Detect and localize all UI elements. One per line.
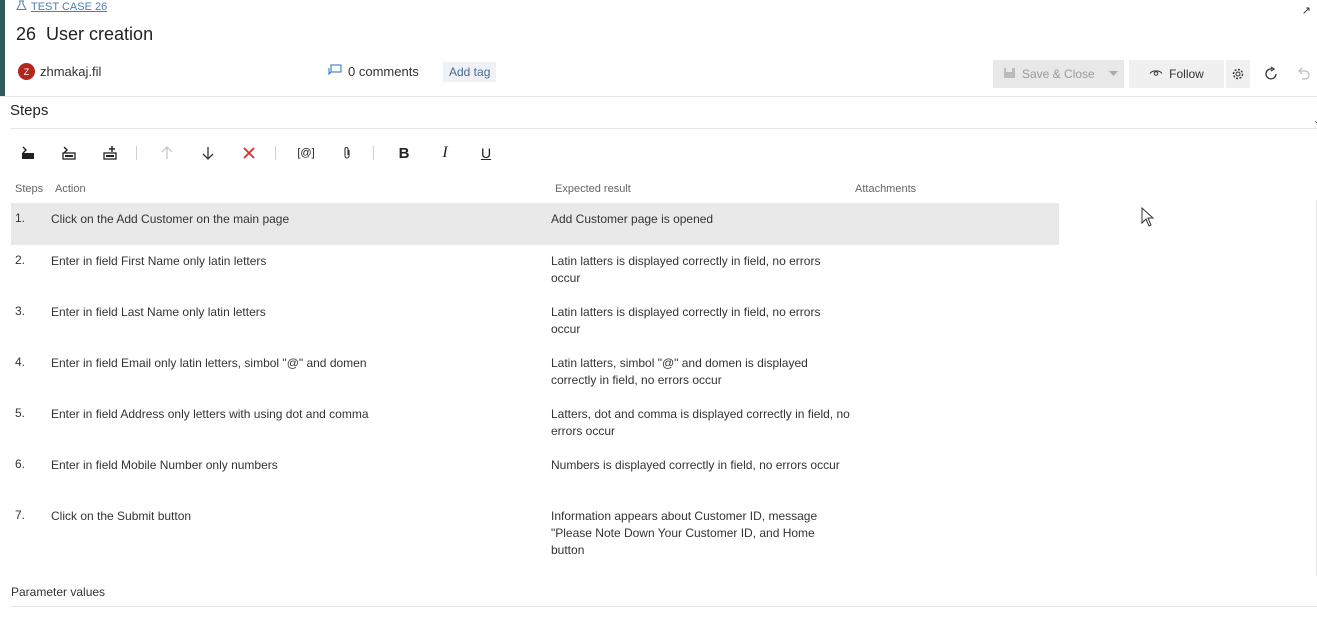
attachment-icon[interactable] — [337, 143, 357, 163]
steps-toolbar: [@] B I U — [18, 143, 517, 163]
step-number: 5. — [15, 406, 26, 420]
column-header-steps: Steps — [15, 183, 44, 195]
flask-icon — [16, 0, 27, 14]
work-item-id: 26 — [16, 24, 37, 44]
underline-icon[interactable]: U — [476, 143, 496, 163]
insert-step-icon[interactable] — [18, 143, 38, 163]
table-row[interactable]: 1. Click on the Add Customer on the main… — [11, 203, 1059, 245]
add-tag-button[interactable]: Add tag — [443, 62, 497, 82]
undo-icon[interactable] — [1292, 63, 1314, 85]
bold-icon[interactable]: B — [394, 143, 414, 163]
comments-link[interactable]: 0 comments — [328, 64, 419, 79]
toolbar-separator — [136, 146, 137, 160]
follow-label: Follow — [1169, 67, 1204, 81]
step-number: 7. — [15, 508, 26, 522]
eye-icon — [1149, 67, 1163, 81]
step-number: 3. — [15, 304, 26, 318]
step-action[interactable]: Enter in field Mobile Number only number… — [51, 457, 531, 474]
assigned-user[interactable]: Z zhmakaj.fil — [18, 63, 101, 80]
step-action[interactable]: Enter in field Email only latin letters,… — [51, 355, 531, 372]
column-header-attachments: Attachments — [855, 183, 917, 195]
column-header-action: Action — [55, 183, 86, 195]
table-row[interactable]: 7. Click on the Submit button Informatio… — [11, 500, 1059, 557]
step-expected[interactable]: Latin latters, simbol "@" and domen is d… — [551, 355, 851, 389]
expand-icon[interactable]: ↗ — [1302, 4, 1311, 17]
save-icon — [1003, 67, 1016, 82]
step-expected[interactable]: Latin latters is displayed correctly in … — [551, 304, 851, 338]
follow-button[interactable]: Follow — [1129, 60, 1224, 88]
toolbar-separator — [373, 146, 374, 160]
refresh-icon[interactable] — [1260, 63, 1282, 85]
table-row[interactable]: 6. Enter in field Mobile Number only num… — [11, 449, 1059, 500]
create-shared-step-icon[interactable] — [100, 143, 120, 163]
page-title: 26 User creation — [16, 24, 153, 45]
move-up-icon[interactable] — [157, 143, 177, 163]
step-number: 4. — [15, 355, 26, 369]
step-expected[interactable]: Add Customer page is opened — [551, 211, 851, 228]
save-close-main[interactable]: Save & Close — [993, 67, 1103, 82]
collapse-icon[interactable]: ⌄ — [1313, 115, 1317, 126]
table-row[interactable]: 4. Enter in field Email only latin lette… — [11, 347, 1059, 398]
step-expected[interactable]: Information appears about Customer ID, m… — [551, 508, 851, 559]
table-row[interactable]: 2. Enter in field First Name only latin … — [11, 245, 1059, 296]
column-header-expected: Expected result — [555, 183, 631, 195]
parameter-icon[interactable]: [@] — [296, 143, 316, 163]
steps-section-title: Steps — [10, 102, 49, 119]
divider — [10, 606, 1317, 607]
comments-count: 0 comments — [348, 64, 419, 79]
save-close-label: Save & Close — [1022, 67, 1095, 81]
work-item-title[interactable]: User creation — [46, 24, 153, 45]
chevron-down-icon[interactable] — [1103, 71, 1124, 77]
step-number: 6. — [15, 457, 26, 471]
step-number: 1. — [15, 211, 26, 225]
gear-icon[interactable] — [1226, 60, 1250, 88]
work-item-header: TEST CASE 26 ↗ 26 User creation Z zhmaka… — [0, 0, 1317, 97]
step-action[interactable]: Enter in field First Name only latin let… — [51, 253, 531, 270]
comment-icon — [328, 64, 342, 79]
save-close-button[interactable]: Save & Close — [993, 60, 1124, 88]
step-expected[interactable]: Latin latters is displayed correctly in … — [551, 253, 851, 287]
move-down-icon[interactable] — [198, 143, 218, 163]
toolbar-separator — [275, 146, 276, 160]
step-action[interactable]: Click on the Submit button — [51, 508, 531, 525]
work-item-type[interactable]: TEST CASE 26 — [16, 0, 107, 14]
table-row[interactable]: 3. Enter in field Last Name only latin l… — [11, 296, 1059, 347]
delete-icon[interactable] — [239, 143, 259, 163]
step-number: 2. — [15, 253, 26, 267]
insert-shared-step-icon[interactable] — [59, 143, 79, 163]
step-expected[interactable]: Latters, dot and comma is displayed corr… — [551, 406, 851, 440]
table-row[interactable]: 5. Enter in field Address only letters w… — [11, 398, 1059, 449]
step-action[interactable]: Click on the Add Customer on the main pa… — [51, 211, 531, 228]
divider — [10, 128, 1317, 129]
avatar: Z — [18, 63, 35, 80]
step-action[interactable]: Enter in field Address only letters with… — [51, 406, 531, 423]
user-name: zhmakaj.fil — [40, 64, 102, 79]
parameters-section-title[interactable]: Parameter values — [11, 585, 105, 599]
step-expected[interactable]: Numbers is displayed correctly in field,… — [551, 457, 851, 474]
step-action[interactable]: Enter in field Last Name only latin lett… — [51, 304, 531, 321]
cursor-icon — [1141, 206, 1155, 232]
italic-icon[interactable]: I — [435, 143, 455, 163]
steps-table: 1. Click on the Add Customer on the main… — [11, 203, 1059, 557]
work-item-type-link[interactable]: TEST CASE 26 — [31, 1, 107, 13]
